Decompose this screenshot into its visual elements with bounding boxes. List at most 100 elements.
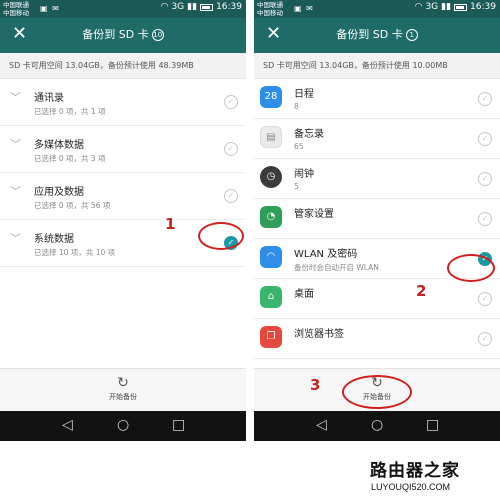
item-name: 浏览器书签 — [294, 329, 344, 340]
refresh-icon[interactable]: ↻ — [115, 375, 131, 391]
signal-icon: ▮▮ — [187, 2, 198, 12]
calendar-icon: 28 — [260, 86, 282, 108]
watermark-en: LUYOUQI520.COM — [371, 482, 451, 492]
item-manager-settings[interactable]: ◔ 管家设置 ✓ — [254, 199, 500, 239]
phone-manager-icon: ◔ — [260, 206, 282, 228]
item-desktop[interactable]: ⌂ 桌面 ✓ — [254, 279, 500, 319]
category-count: 已选择 0 项，共 3 项 — [34, 154, 106, 163]
system-data-list: 28 日程 8 ✓ ▤ 备忘录 65 ✓ ◷ 闹钟 5 ✓ ◔ 管家设置 ✓ ◠… — [254, 79, 500, 359]
page-title-text: 备份到 SD 卡 — [82, 28, 149, 41]
status-bar: 中国联通 中国移动 ▣ ✉ ◠ 3G ▮▮ 16:39 — [254, 0, 500, 18]
clock-icon: ◷ — [260, 166, 282, 188]
watermark-cn: 路由器之家 — [370, 461, 460, 481]
item-name: 闹钟 — [294, 169, 314, 180]
carrier-labels: 中国联通 中国移动 — [257, 1, 283, 17]
check-icon[interactable]: ✓ — [224, 142, 238, 156]
notification-icons: ▣ ✉ — [40, 4, 60, 13]
start-backup-button[interactable]: 开始备份 — [0, 392, 246, 402]
site-watermark: 路由器之家 LUYOUQI520.COM — [370, 456, 494, 496]
selected-count-badge: 10 — [151, 29, 164, 41]
notification-icons: ▣ ✉ — [294, 4, 314, 13]
memo-icon: ▤ — [260, 126, 282, 148]
check-icon[interactable]: ✓ — [478, 332, 492, 346]
annotation-circle-1 — [198, 222, 244, 250]
item-count: 5 — [294, 182, 299, 191]
annotation-circle-3 — [342, 375, 412, 409]
home-icon[interactable]: ○ — [371, 417, 383, 433]
page-title-text: 备份到 SD 卡 — [336, 28, 403, 41]
check-icon[interactable]: ✓ — [478, 92, 492, 106]
category-media[interactable]: ﹀ 多媒体数据 已选择 0 项，共 3 项 ✓ — [0, 126, 246, 173]
title-bar: ✕ 备份到 SD 卡 10 — [0, 18, 246, 53]
wifi-icon: ◠ — [260, 246, 282, 268]
item-calendar[interactable]: 28 日程 8 ✓ — [254, 79, 500, 119]
chevron-down-icon[interactable]: ﹀ — [10, 139, 21, 150]
recent-apps-icon[interactable]: □ — [426, 417, 439, 433]
carrier-unicom: 中国联通 — [257, 1, 283, 9]
left-phone-screen: 中国联通 中国移动 ▣ ✉ ◠ 3G ▮▮ 16:39 ✕ 备份到 SD 卡 10… — [0, 0, 246, 441]
category-name: 应用及数据 — [34, 187, 84, 198]
check-icon[interactable]: ✓ — [478, 132, 492, 146]
check-icon[interactable]: ✓ — [478, 212, 492, 226]
status-right: ◠ 3G ▮▮ 16:39 — [415, 2, 496, 12]
wifi-signal-icon: ◠ — [414, 2, 423, 12]
category-name: 系统数据 — [34, 234, 74, 245]
wifi-signal-icon: ◠ — [160, 2, 169, 12]
network-type: 3G — [171, 2, 185, 12]
bookmark-icon: ❐ — [260, 326, 282, 348]
annotation-circle-2 — [447, 254, 495, 282]
item-count: 65 — [294, 142, 304, 151]
item-alarm[interactable]: ◷ 闹钟 5 ✓ — [254, 159, 500, 199]
chevron-down-icon[interactable]: ﹀ — [10, 233, 21, 244]
signal-icon: ▮▮ — [441, 2, 452, 12]
carrier-mobile: 中国移动 — [257, 9, 283, 17]
item-name: WLAN 及密码 — [294, 249, 358, 260]
item-note: 备份时会自动开启 WLAN — [294, 263, 379, 272]
status-bar: 中国联通 中国移动 ▣ ✉ ◠ 3G ▮▮ 16:39 — [0, 0, 246, 18]
status-right: ◠ 3G ▮▮ 16:39 — [161, 2, 242, 12]
back-icon[interactable]: ◁ — [316, 417, 327, 433]
annotation-number-1: 1 — [165, 215, 176, 233]
title-bar: ✕ 备份到 SD 卡1 — [254, 18, 500, 53]
category-contacts[interactable]: ﹀ 通讯录 已选择 0 项，共 1 项 ✓ — [0, 79, 246, 126]
item-name: 管家设置 — [294, 209, 334, 220]
home-icon[interactable]: ○ — [117, 417, 129, 433]
item-bookmarks[interactable]: ❐ 浏览器书签 ✓ — [254, 319, 500, 359]
carrier-labels: 中国联通 中国移动 — [3, 1, 29, 17]
network-type: 3G — [425, 2, 439, 12]
battery-icon — [200, 3, 214, 11]
storage-info: SD 卡可用空间 13.04GB，备份预计使用 10.00MB — [254, 53, 500, 79]
recent-apps-icon[interactable]: □ — [172, 417, 185, 433]
carrier-mobile: 中国移动 — [3, 9, 29, 17]
android-nav-bar: ◁ ○ □ — [254, 411, 500, 441]
bottom-action-bar: ↻ 开始备份 — [0, 368, 246, 411]
selected-count-badge: 1 — [405, 29, 418, 41]
battery-icon — [454, 3, 468, 11]
home-icon: ⌂ — [260, 286, 282, 308]
category-count: 已选择 0 项，共 56 项 — [34, 201, 111, 210]
check-icon[interactable]: ✓ — [478, 292, 492, 306]
item-name: 日程 — [294, 89, 314, 100]
clock-time: 16:39 — [216, 2, 242, 12]
category-count: 已选择 10 项，共 10 项 — [34, 248, 116, 257]
back-icon[interactable]: ◁ — [62, 417, 73, 433]
category-name: 多媒体数据 — [34, 140, 84, 151]
page-title: 备份到 SD 卡1 — [254, 26, 500, 42]
check-icon[interactable]: ✓ — [478, 172, 492, 186]
annotation-number-3: 3 — [310, 376, 321, 394]
item-memo[interactable]: ▤ 备忘录 65 ✓ — [254, 119, 500, 159]
item-name: 备忘录 — [294, 129, 324, 140]
category-name: 通讯录 — [34, 93, 64, 104]
carrier-unicom: 中国联通 — [3, 1, 29, 9]
chevron-down-icon[interactable]: ﹀ — [10, 186, 21, 197]
check-icon[interactable]: ✓ — [224, 95, 238, 109]
page-title: 备份到 SD 卡 10 — [0, 26, 246, 42]
chevron-down-icon[interactable]: ﹀ — [10, 92, 21, 103]
item-count: 8 — [294, 102, 299, 111]
storage-info: SD 卡可用空间 13.04GB，备份预计使用 48.39MB — [0, 53, 246, 79]
category-apps[interactable]: ﹀ 应用及数据 已选择 0 项，共 56 项 ✓ — [0, 173, 246, 220]
check-icon[interactable]: ✓ — [224, 189, 238, 203]
annotation-number-2: 2 — [416, 282, 427, 300]
clock-time: 16:39 — [470, 2, 496, 12]
item-name: 桌面 — [294, 289, 314, 300]
